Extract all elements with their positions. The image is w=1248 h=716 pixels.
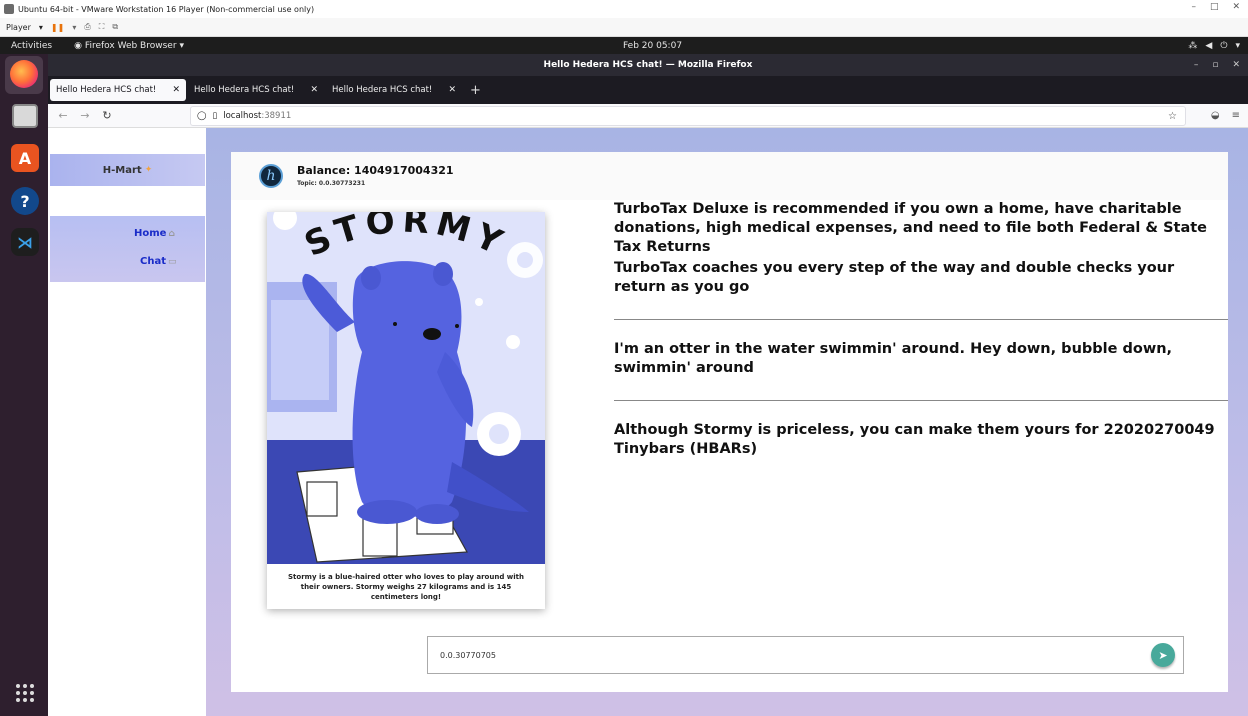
power-icon: ⏻ — [1220, 40, 1228, 51]
clock[interactable]: Feb 20 05:07 — [623, 41, 682, 51]
vmware-window-title: Ubuntu 64-bit - VMware Workstation 16 Pl… — [18, 4, 315, 14]
url-text: localhost:38911 — [223, 111, 292, 121]
tab-1[interactable]: Hello Hedera HCS chat! ✕ — [50, 79, 186, 101]
vscode-icon[interactable]: ⋊ — [11, 228, 39, 256]
tab-label: Hello Hedera HCS chat! — [332, 85, 433, 95]
firefox-title-bar: Hello Hedera HCS chat! — Mozilla Firefox… — [48, 54, 1248, 76]
message-3: I'm an otter in the water swimmin' aroun… — [614, 341, 1173, 376]
stormy-otter-image: STORMY — [267, 212, 545, 564]
nav-menu: Home ⌂ Chat ▭ — [50, 216, 205, 282]
close-tab-icon[interactable]: ✕ — [310, 85, 318, 95]
forward-icon[interactable]: → — [74, 109, 96, 122]
chat-card: h Balance: 1404917004321 Topic: 0.0.3077… — [231, 152, 1228, 692]
nav-home-link[interactable]: Home ⌂ — [134, 228, 175, 239]
close-tab-icon[interactable]: ✕ — [448, 85, 456, 95]
tab-label: Hello Hedera HCS chat! — [56, 85, 157, 95]
minimize-icon[interactable]: – — [1194, 60, 1199, 70]
message-input[interactable]: 0.0.30770705 — [440, 651, 496, 660]
dropdown-icon[interactable]: ▾ — [39, 23, 43, 32]
message-4: Although Stormy is priceless, you can ma… — [614, 422, 1215, 457]
send-icon: ➤ — [1158, 648, 1168, 662]
app-menu[interactable]: ◉ Firefox Web Browser ▾ — [74, 41, 184, 51]
tab-strip: Hello Hedera HCS chat! ✕ Hello Hedera HC… — [48, 76, 1248, 104]
ubuntu-dock: A ? ⋊ — [0, 54, 48, 716]
pause-icon[interactable]: ❚❚ — [51, 23, 64, 32]
dropdown-icon[interactable]: ▾ — [72, 23, 76, 32]
navigation-toolbar: ← → ↻ ◯ ▯ localhost:38911 ☆ ◒ ≡ — [48, 104, 1248, 128]
pocket-icon[interactable]: ◒ — [1211, 110, 1220, 121]
brand-banner[interactable]: H-Mart ✦ — [50, 154, 205, 186]
vmware-title-bar: Ubuntu 64-bit - VMware Workstation 16 Pl… — [0, 0, 1248, 18]
vmware-window-controls: – □ ✕ — [1191, 2, 1240, 12]
close-icon[interactable]: ✕ — [1232, 60, 1240, 70]
tab-3[interactable]: Hello Hedera HCS chat! ✕ — [326, 79, 462, 101]
account-header: h Balance: 1404917004321 Topic: 0.0.3077… — [231, 152, 1228, 200]
gnome-top-bar: Activities ◉ Firefox Web Browser ▾ Feb 2… — [0, 37, 1248, 54]
maximize-icon[interactable]: □ — [1210, 2, 1219, 12]
minimize-icon[interactable]: – — [1191, 2, 1196, 12]
new-tab-button[interactable]: + — [470, 83, 481, 98]
restore-icon[interactable]: ▫ — [1212, 60, 1218, 70]
brand-name: H-Mart — [102, 164, 142, 176]
nft-card[interactable]: STORMY Stormy is a blue-haired otter who… — [267, 212, 545, 609]
devices-icon[interactable]: ⎙ — [84, 22, 90, 32]
shield-icon[interactable]: ◯ — [197, 111, 207, 121]
window-title: Hello Hedera HCS chat! — Mozilla Firefox — [543, 60, 753, 70]
player-menu[interactable]: Player — [6, 23, 31, 32]
tab-label: Hello Hedera HCS chat! — [194, 85, 295, 95]
url-bar[interactable]: ◯ ▯ localhost:38911 ☆ — [190, 106, 1186, 126]
close-tab-icon[interactable]: ✕ — [172, 85, 180, 95]
vmware-toolbar: Player ▾ ❚❚ ▾ ⎙ ⛶ ⧉ — [0, 18, 1248, 37]
chevron-down-icon: ▾ — [1235, 40, 1240, 51]
sidebar: H-Mart ✦ Home ⌂ Chat ▭ — [48, 128, 206, 716]
files-icon[interactable] — [12, 104, 38, 128]
chevron-down-icon: ▾ — [179, 40, 185, 51]
divider — [614, 400, 1228, 401]
menu-icon[interactable]: ≡ — [1232, 110, 1240, 121]
message-2: TurboTax coaches you every step of the w… — [614, 260, 1175, 295]
vmware-logo-icon — [4, 4, 14, 14]
system-tray[interactable]: ⁂ ◀ ⏻ ▾ — [1188, 41, 1240, 51]
app-menu-label: Firefox Web Browser — [84, 40, 177, 51]
reload-icon[interactable]: ↻ — [96, 109, 118, 122]
apps-grid-icon[interactable] — [16, 684, 34, 702]
page-icon: ▯ — [212, 111, 218, 121]
topic-id: Topic: 0.0.30773231 — [297, 180, 366, 187]
nav-chat-link[interactable]: Chat ▭ — [140, 256, 177, 267]
firefox-icon[interactable] — [10, 60, 38, 88]
firefox-window-controls: – ▫ ✕ — [1194, 60, 1240, 70]
bookmark-star-icon[interactable]: ☆ — [1168, 111, 1177, 122]
help-icon[interactable]: ? — [11, 187, 39, 215]
fullscreen-icon[interactable]: ⛶ — [99, 22, 105, 32]
nft-caption: Stormy is a blue-haired otter who loves … — [288, 573, 524, 601]
message-composer[interactable]: 0.0.30770705 ➤ — [427, 636, 1184, 674]
balance-text: Balance: 1404917004321 — [297, 164, 454, 177]
message-1: TurboTax Deluxe is recommended if you ow… — [614, 201, 1208, 255]
home-icon: ⌂ — [168, 229, 175, 239]
web-page: H-Mart ✦ Home ⌂ Chat ▭ h Balance: 14049170… — [48, 128, 1248, 716]
toolbar-right: ◒ ≡ — [1211, 110, 1240, 121]
back-icon[interactable]: ← — [52, 109, 74, 122]
activities-button[interactable]: Activities — [11, 41, 52, 51]
close-icon[interactable]: ✕ — [1232, 2, 1240, 12]
tab-2[interactable]: Hello Hedera HCS chat! ✕ — [188, 79, 324, 101]
firefox-small-icon: ◉ — [74, 40, 82, 51]
divider — [614, 319, 1228, 320]
unity-icon[interactable]: ⧉ — [112, 22, 118, 32]
hedera-logo-icon: h — [259, 164, 283, 188]
network-icon: ⁂ — [1188, 40, 1198, 51]
software-icon[interactable]: A — [11, 144, 39, 172]
star-icon: ✦ — [144, 165, 153, 175]
send-button[interactable]: ➤ — [1151, 643, 1175, 667]
chat-icon: ▭ — [168, 257, 177, 267]
volume-icon: ◀ — [1205, 40, 1213, 51]
